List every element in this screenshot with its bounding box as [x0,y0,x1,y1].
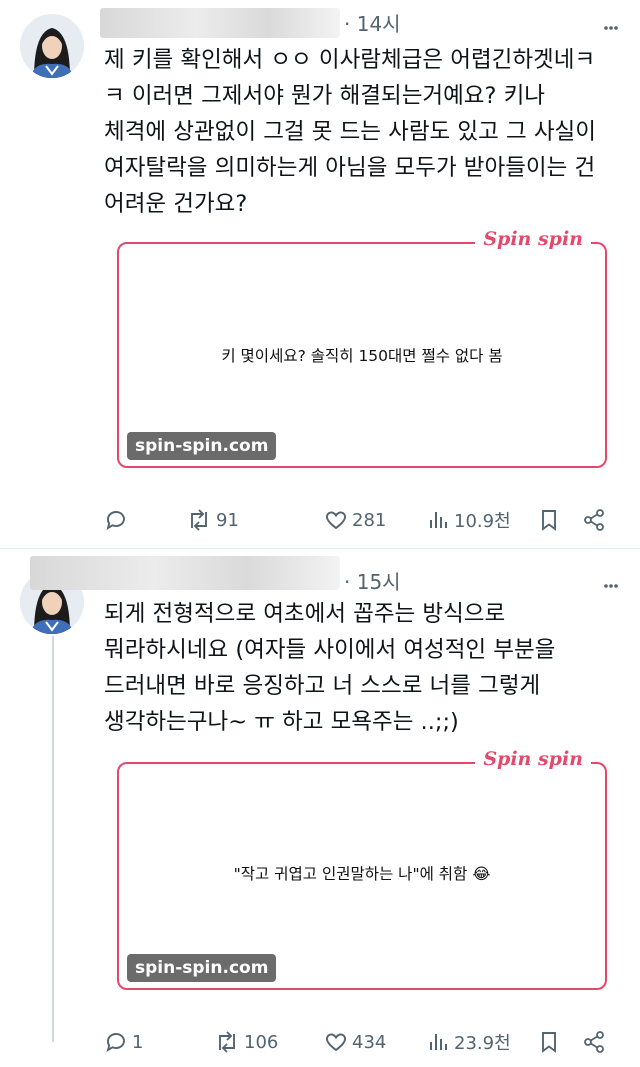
like-button[interactable]: 434 [324,1027,386,1057]
view-count: 23.9천 [454,1033,511,1054]
views-button[interactable]: 10.9천 [428,505,511,535]
post-divider [0,548,640,549]
bookmark-button[interactable] [538,505,560,535]
views-button[interactable]: 23.9천 [428,1027,511,1057]
share-button[interactable] [582,505,606,535]
post-time[interactable]: · 14시 [344,8,401,37]
views-icon [430,512,447,528]
spinspin-logo: Spin spin [475,748,591,770]
blurred-username [30,556,340,590]
action-bar: 91 281 10.9천 [104,505,614,535]
repost-button[interactable]: 106 [214,1027,278,1057]
reply-icon [106,1033,125,1053]
more-icon[interactable] [604,20,618,30]
repost-icon [219,1031,235,1053]
blurred-username [100,8,340,38]
views-icon [430,1034,447,1050]
repost-count: 106 [244,1031,279,1053]
post-text: 되게 전형적으로 여초에서 꼽주는 방식으로 뭐라하시네요 (여자들 사이에서 … [104,601,556,735]
bookmark-button[interactable] [538,1027,560,1057]
post-time[interactable]: · 15시 [344,566,401,595]
like-count: 434 [352,1031,387,1053]
spinspin-logo: Spin spin [475,228,591,250]
card-source-badge: spin-spin.com [127,432,277,460]
card-quote: 키 몇이세요? 솔직히 150대면 쩔수 없다 봄 [221,347,503,365]
repost-button[interactable]: 91 [186,505,239,535]
quote-card[interactable]: Spin spin "작고 귀엽고 인권말하는 나"에 취함 😂 spin-sp… [117,748,607,990]
view-count: 10.9천 [454,511,511,532]
card-quote: "작고 귀엽고 인권말하는 나"에 취함 😂 [233,865,491,883]
repost-icon [191,509,207,531]
reply-button[interactable] [104,505,132,535]
bookmark-icon [542,1032,556,1053]
like-count: 281 [352,509,387,531]
post-text: 제 키를 확인해서 ㅇㅇ 이사람체급은 어렵긴하겟네ㅋ ㅋ 이러면 그제서야 뭔… [104,47,596,217]
bookmark-icon [542,510,556,531]
share-icon [584,1031,604,1053]
repost-count: 91 [216,509,239,531]
quote-card[interactable]: Spin spin 키 몇이세요? 솔직히 150대면 쩔수 없다 봄 spin… [117,228,607,468]
reply-icon [106,511,125,531]
reply-count: 1 [132,1031,144,1053]
post-2: · 15시 되게 전형적으로 여초에서 꼽주는 방식으로 뭐라하시네요 (여자들… [0,556,640,1067]
action-bar: 1 106 434 23.9천 [104,1027,614,1057]
share-button[interactable] [582,1027,606,1057]
share-icon [584,509,604,531]
reply-button[interactable]: 1 [104,1027,143,1057]
avatar[interactable] [20,14,84,78]
more-icon[interactable] [604,578,618,588]
like-button[interactable]: 281 [324,505,386,535]
post-1: · 14시 제 키를 확인해서 ㅇㅇ 이사람체급은 어렵긴하겟네ㅋ ㅋ 이러면 … [0,0,640,548]
heart-icon [325,511,347,530]
card-source-badge: spin-spin.com [127,954,277,982]
heart-icon [325,1033,347,1052]
